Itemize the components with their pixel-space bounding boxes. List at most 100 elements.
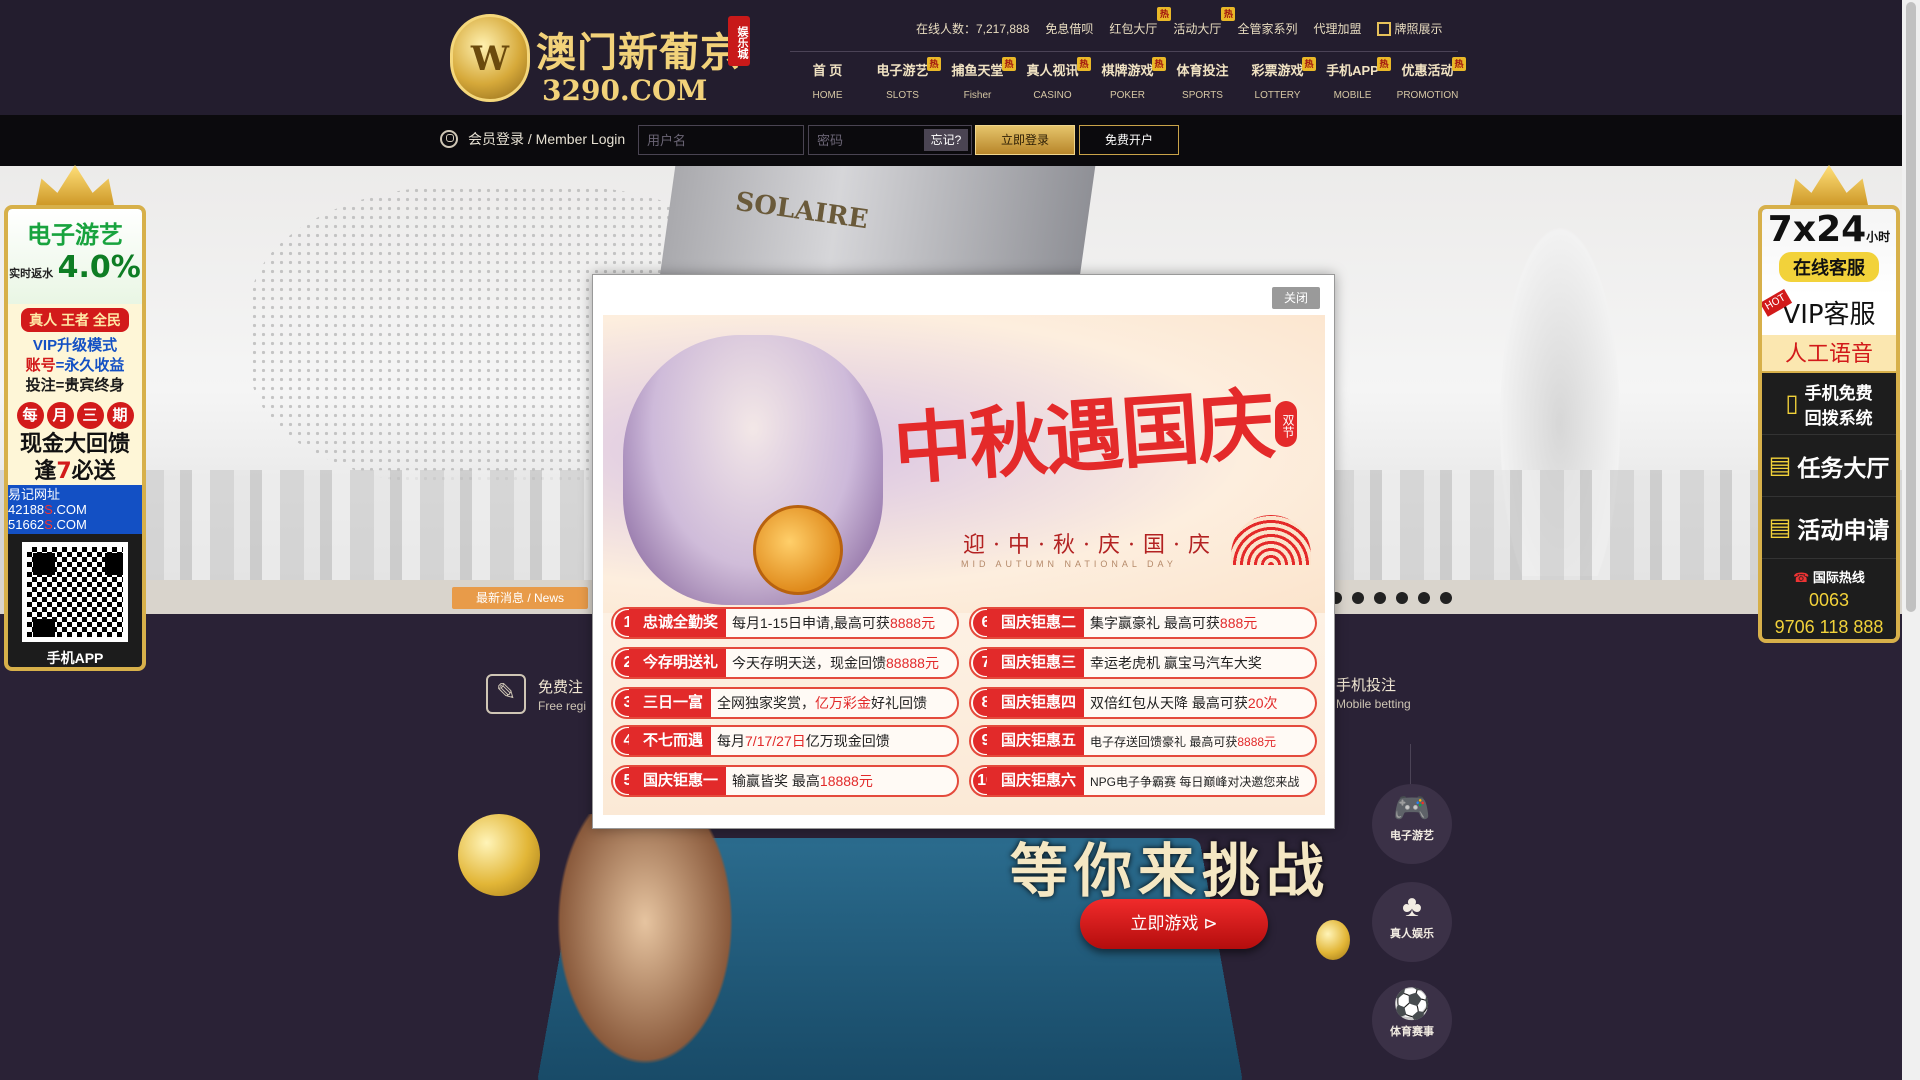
period-badges: 每月三期	[8, 402, 142, 429]
site-logo[interactable]: W 澳门新葡京 娱乐城 3290.COM	[450, 10, 755, 110]
play-circle-icon: ⊳	[1203, 914, 1217, 933]
nav-casino[interactable]: 真人视讯 CASINO 热	[1015, 60, 1090, 101]
promo-item[interactable]: 9 国庆钜惠五 电子存送回馈豪礼 最高可获8888元	[969, 725, 1317, 757]
news-tag[interactable]: 最新消息 / News	[452, 587, 588, 609]
scrollbar-thumb[interactable]	[1906, 2, 1916, 612]
site-header: W 澳门新葡京 娱乐城 3290.COM 在线人数：7,217,888 免息借呗…	[0, 0, 1902, 115]
app-label: 手机APP	[8, 648, 142, 668]
mobile-phone-icon: ▯	[1785, 389, 1798, 418]
callback-button[interactable]: ▯ 手机免费 回拨系统	[1762, 373, 1896, 435]
toplink-steward[interactable]: 全管家系列	[1237, 20, 1297, 40]
toplink-loan[interactable]: 免息借呗	[1045, 20, 1093, 40]
login-button[interactable]: 立即登录	[975, 125, 1075, 155]
nav-mobile[interactable]: 手机APP MOBILE 热	[1315, 60, 1390, 101]
phone-icon: ☎	[1793, 570, 1809, 585]
task-hall-button[interactable]: ▤ 任务大厅	[1762, 435, 1896, 497]
slot-rebate-block: 电子游艺 实时返水 4.0%	[8, 209, 142, 304]
forgot-password-button[interactable]: 忘记?	[924, 129, 968, 151]
promo-item[interactable]: 8 国庆钜惠四 双倍红包从天降 最高可获20次	[969, 687, 1317, 719]
promo-subtitle-en: MID AUTUMN NATIONAL DAY	[961, 559, 1177, 569]
main-nav: 首 页 HOME 电子游艺 SLOTS 热 捕鱼天堂 Fisher 热 真人视讯 CASIN…	[790, 60, 1465, 101]
promo-item[interactable]: 10 国庆钜惠六 NPG电子争霸赛 每日巅峰对决邀您来战	[969, 765, 1317, 797]
nav-divider	[790, 51, 1458, 52]
slide-dot[interactable]	[1352, 592, 1364, 604]
close-button[interactable]: 关闭	[1272, 287, 1320, 309]
nav-sports[interactable]: 体育投注 SPORTS	[1165, 60, 1240, 101]
heroine-illustration	[623, 335, 883, 605]
top-links: 在线人数：7,217,888 免息借呗 红包大厅热 活动大厅热 全管家系列 代理…	[916, 20, 1458, 40]
category-live-casino[interactable]: ♣ 真人娱乐	[1372, 882, 1452, 962]
user-icon	[440, 130, 458, 148]
crown-icon	[35, 165, 115, 210]
slide-dot[interactable]	[1440, 592, 1452, 604]
hot-badge: 热	[1157, 7, 1171, 21]
voice-service-button[interactable]: 人工语音	[1762, 335, 1896, 373]
promo-item[interactable]: 4 不七而遇 每月7/17/27日亿万现金回馈	[611, 725, 959, 757]
promo-modal: 关闭 中秋遇国庆 双节 迎·中·秋·庆·国·庆 MID AUTUMN NATIO…	[592, 274, 1335, 829]
toplink-agent[interactable]: 代理加盟	[1313, 20, 1361, 40]
vip-block: 真人 王者 全民 VIP升级模式 账号=永久收益 投注=贵宾终身 每月三期 现金…	[8, 304, 142, 485]
hot-badge: 热	[1152, 57, 1166, 71]
slide-dot[interactable]	[1374, 592, 1386, 604]
category-slots[interactable]: 🎮 电子游艺	[1372, 784, 1452, 864]
category-sports[interactable]: ⚽ 体育赛事	[1372, 980, 1452, 1060]
feature-free-register[interactable]: 免费注Free regi	[486, 674, 586, 714]
nav-poker[interactable]: 棋牌游戏 POKER 热	[1090, 60, 1165, 101]
gamepad-icon: 🎮	[1372, 792, 1452, 826]
hot-badge: 热	[1452, 57, 1466, 71]
clipboard-icon: ▤	[1769, 451, 1792, 480]
online-service-button[interactable]: 7x24小时 在线客服	[1762, 209, 1896, 295]
nav-fisher[interactable]: 捕鱼天堂 Fisher 热	[940, 60, 1015, 101]
promo-tag: 双节	[1275, 401, 1297, 447]
easy-url-block: 易记网址 42188S.COM 51662S.COM	[8, 485, 142, 534]
hot-badge: 热	[927, 57, 941, 71]
hot-badge: 热	[1302, 57, 1316, 71]
promo-item[interactable]: 6 国庆钜惠二 集字赢豪礼 最高可获888元	[969, 607, 1317, 639]
mermaid-graphic	[545, 814, 745, 1080]
event-apply-button[interactable]: ▤ 活动申请	[1762, 497, 1896, 559]
soccer-ball-icon: ⚽	[1372, 988, 1452, 1022]
toplink-events[interactable]: 活动大厅热	[1173, 20, 1221, 40]
promo-poster[interactable]: 中秋遇国庆 双节 迎·中·秋·庆·国·庆 MID AUTUMN NATIONAL…	[603, 315, 1325, 815]
register-button[interactable]: 免费开户	[1079, 125, 1179, 155]
slide-dots	[1330, 592, 1452, 604]
toplink-license[interactable]: 牌照展示	[1377, 20, 1442, 40]
hotline-block: ☎ 国际热线 0063 9706 118 888	[1762, 559, 1896, 638]
nav-promotion[interactable]: 优惠活动 PROMOTION 热	[1390, 60, 1465, 101]
online-count: 在线人数：7,217,888	[916, 20, 1029, 40]
play-now-button[interactable]: 立即游戏 ⊳	[1080, 899, 1268, 949]
logo-badge: 娱乐城	[728, 16, 750, 66]
hot-badge: 热	[1221, 7, 1235, 21]
logo-title: 澳门新葡京	[536, 20, 741, 78]
crown-icon	[1789, 165, 1869, 210]
right-float-service: 7x24小时 在线客服 HOT VIP客服 人工语音 ▯ 手机免费 回拨系统 ▤ 任务大…	[1758, 165, 1900, 643]
app-qr-code	[22, 542, 128, 642]
left-float-ad[interactable]: 电子游艺 实时返水 4.0% 真人 王者 全民 VIP升级模式 账号=永久收益 …	[4, 165, 146, 671]
page-scrollbar[interactable]	[1902, 0, 1920, 1080]
slide-dot[interactable]	[1396, 592, 1408, 604]
nav-slots[interactable]: 电子游艺 SLOTS 热	[865, 60, 940, 101]
challenge-headline: 等你来挑战	[1010, 824, 1330, 908]
member-login-label: 会员登录 / Member Login	[440, 129, 625, 149]
feature-mobile-betting[interactable]: 手机投注 Mobile betting	[1336, 674, 1411, 711]
gold-coin-icon	[1316, 920, 1350, 960]
login-bar: 会员登录 / Member Login 忘记? 立即登录 免费开户	[0, 115, 1902, 166]
toplink-red-packet[interactable]: 红包大厅热	[1109, 20, 1157, 40]
username-input[interactable]	[638, 125, 804, 155]
nav-lottery[interactable]: 彩票游戏 LOTTERY 热	[1240, 60, 1315, 101]
promo-item[interactable]: 7 国庆钜惠三 幸运老虎机 赢宝马汽车大奖	[969, 647, 1317, 679]
logo-emblem-icon: W	[450, 14, 530, 102]
promo-subtitle: 迎·中·秋·庆·国·庆	[963, 527, 1218, 559]
promo-item[interactable]: 3 三日一富 全网独家奖赏，亿万彩金好礼回馈	[611, 687, 959, 719]
promo-item[interactable]: 1 忠诚全勤奖 每月1-15日申请,最高可获8888元	[611, 607, 959, 639]
hot-badge: 热	[1002, 57, 1016, 71]
nav-home[interactable]: 首 页 HOME	[790, 60, 865, 101]
right-float-panel: 7x24小时 在线客服 HOT VIP客服 人工语音 ▯ 手机免费 回拨系统 ▤ 任务大…	[1758, 205, 1900, 643]
slide-dot[interactable]	[1418, 592, 1430, 604]
hot-badge: 热	[1377, 57, 1391, 71]
edit-icon	[486, 674, 526, 714]
promo-item[interactable]: 5 国庆钜惠一 输赢皆奖 最高18888元	[611, 765, 959, 797]
promo-item[interactable]: 2 今存明送礼 今天存明天送，现金回馈88888元	[611, 647, 959, 679]
vip-service-button[interactable]: HOT VIP客服	[1762, 295, 1896, 335]
license-icon	[1377, 22, 1391, 36]
